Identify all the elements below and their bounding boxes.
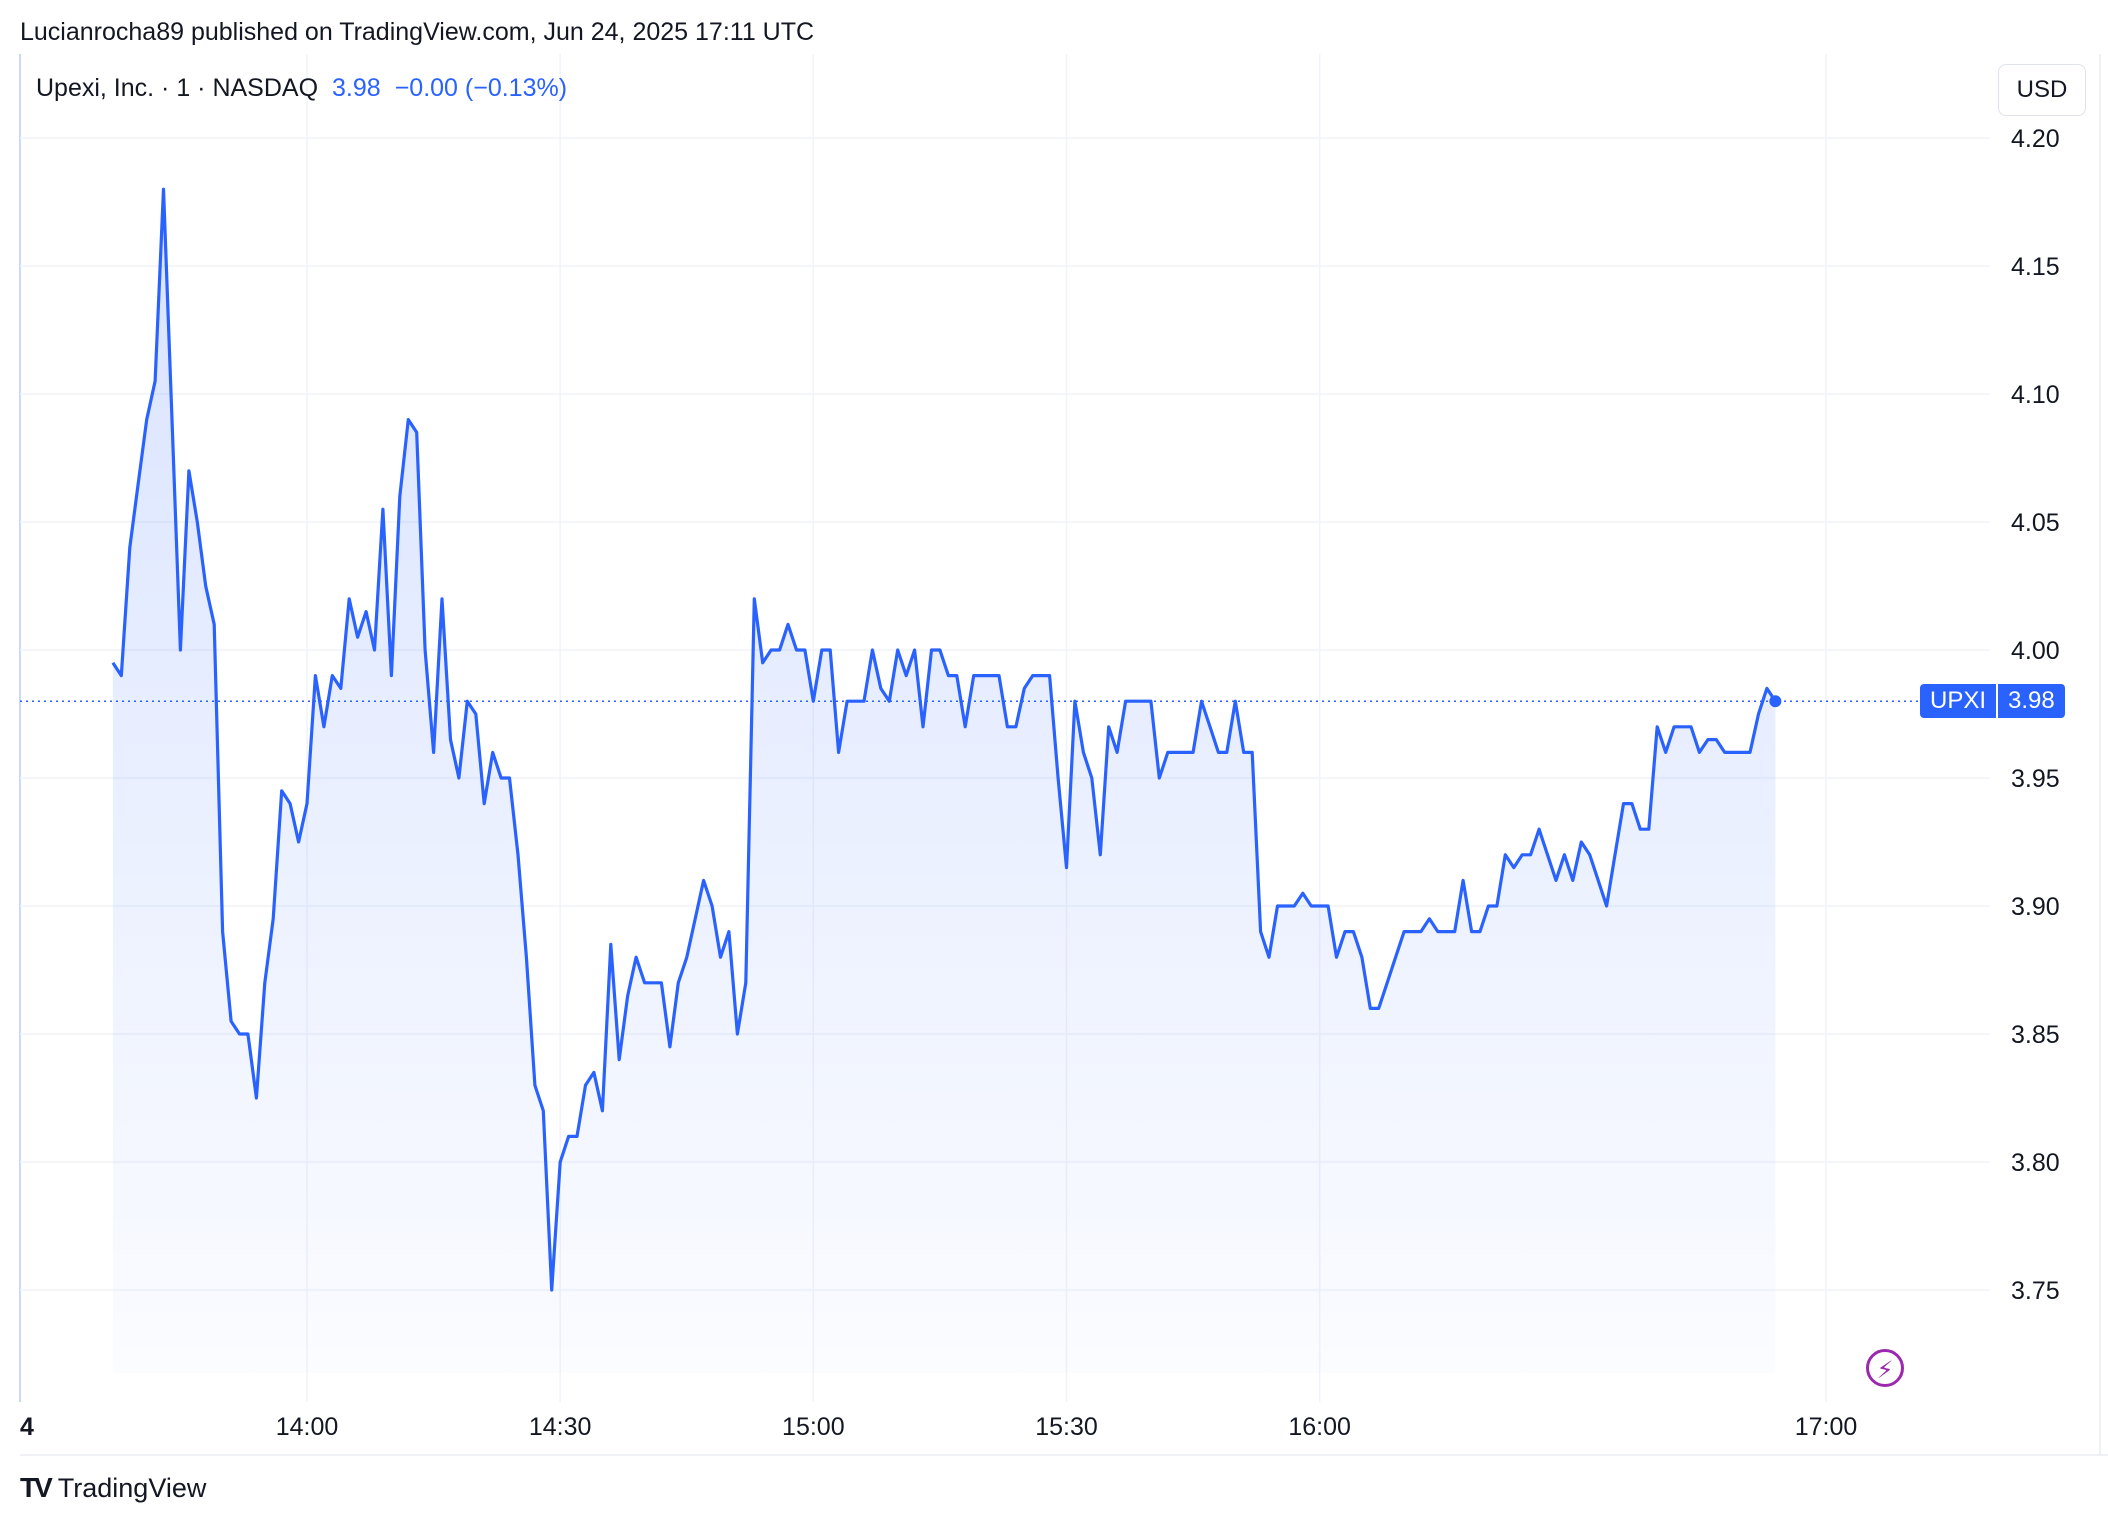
y-tick-label: 3.75: [2011, 1277, 2060, 1305]
y-tick-label: 3.95: [2011, 765, 2060, 793]
brand-name: TradingView: [57, 1472, 207, 1503]
x-axis[interactable]: 4 14:00 14:30 15:00 15:30 16:00 17:00: [20, 1413, 1857, 1441]
x-tick-label: 14:30: [529, 1413, 592, 1441]
y-tick-label: 4.00: [2011, 637, 2060, 665]
price-tag-symbol: UPXI: [1920, 684, 1997, 718]
lightning-bolt-icon[interactable]: ⚡: [1866, 1349, 1904, 1387]
y-tick-label: 4.20: [2011, 125, 2060, 153]
price-tag-value: 3.98: [1998, 684, 2065, 718]
price-chart-svg[interactable]: 4.20 4.15 4.10 4.05 4.00 3.95 3.90 3.85 3.80 3.75…: [0, 0, 2108, 1518]
legend-last-price: 3.98: [332, 74, 381, 102]
x-tick-label: 4: [20, 1413, 34, 1441]
y-tick-label: 4.05: [2011, 509, 2060, 537]
published-info: Lucianrocha89 published on TradingView.c…: [20, 18, 815, 46]
symbol-legend: Upexi, Inc. · 1 · NASDAQ 3.98 −0.00 (−0.13…: [36, 74, 567, 103]
y-tick-label: 3.80: [2011, 1149, 2060, 1177]
symbol-description: Upexi, Inc. · 1 · NASDAQ: [36, 74, 319, 102]
tradingview-logo-icon: TV: [20, 1472, 53, 1503]
x-tick-label: 14:00: [276, 1413, 339, 1441]
currency-button[interactable]: USD: [1998, 64, 2086, 116]
last-price-tag: UPXI 3.98: [1920, 684, 2065, 718]
y-tick-label: 3.85: [2011, 1021, 2060, 1049]
tradingview-logo[interactable]: TV TradingView: [20, 1472, 206, 1504]
x-tick-label: 16:00: [1288, 1413, 1351, 1441]
y-tick-label: 3.90: [2011, 893, 2060, 921]
x-tick-label: 15:30: [1035, 1413, 1098, 1441]
x-tick-label: 17:00: [1795, 1413, 1858, 1441]
y-tick-label: 4.15: [2011, 253, 2060, 281]
price-area-fill: [112, 189, 1776, 1373]
y-tick-label: 4.10: [2011, 381, 2060, 409]
price-area: [112, 189, 1776, 1373]
chart[interactable]: 4.20 4.15 4.10 4.05 4.00 3.95 3.90 3.85 3.80 3.75…: [0, 0, 2108, 1518]
x-tick-label: 15:00: [782, 1413, 845, 1441]
last-price-dot: [1769, 695, 1782, 708]
legend-change: −0.00 (−0.13%): [394, 74, 568, 102]
